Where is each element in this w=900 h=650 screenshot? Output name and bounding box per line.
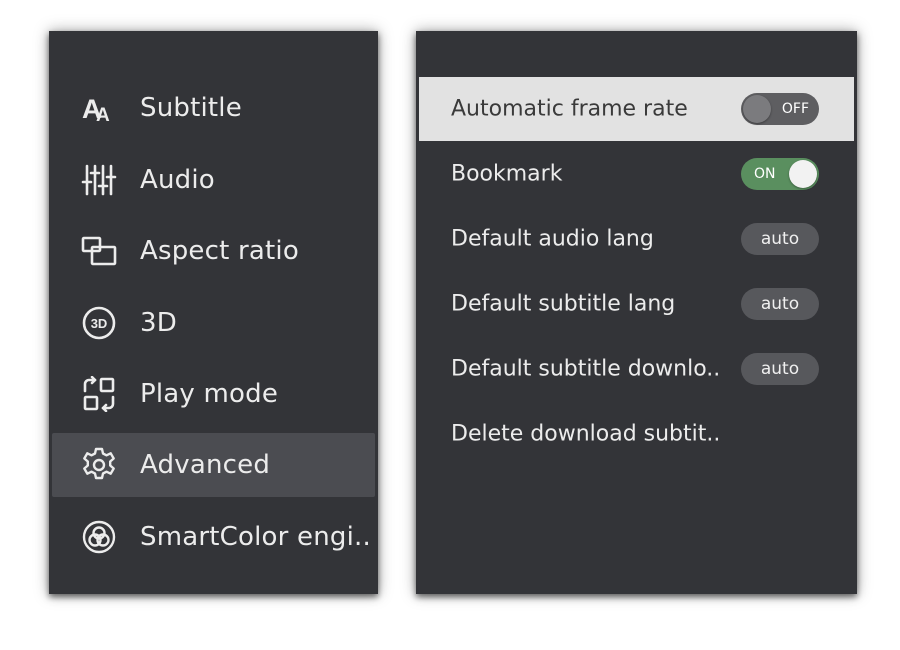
- menu-item-smartcolor[interactable]: SmartColor engi..: [52, 505, 375, 569]
- menu-item-3d[interactable]: 3D 3D: [52, 291, 375, 355]
- setting-automatic-frame-rate[interactable]: Automatic frame rate OFF: [419, 77, 854, 141]
- menu-label: Play mode: [140, 379, 279, 409]
- setting-default-audio-lang[interactable]: Default audio lang auto: [419, 207, 854, 271]
- default-audio-lang-value[interactable]: auto: [741, 223, 819, 255]
- menu-item-play-mode[interactable]: Play mode: [52, 362, 375, 426]
- menu-panel: A A Subtitle Audio Aspect ratio 3D 3D Pl…: [49, 31, 378, 594]
- toggle-knob: [789, 160, 817, 188]
- 3d-icon: 3D: [81, 305, 117, 341]
- menu-item-aspect-ratio[interactable]: Aspect ratio: [52, 219, 375, 283]
- default-subtitle-lang-value[interactable]: auto: [741, 288, 819, 320]
- smartcolor-icon: [81, 519, 117, 555]
- setting-label: Default audio lang: [451, 226, 654, 252]
- setting-default-subtitle-lang[interactable]: Default subtitle lang auto: [419, 272, 854, 336]
- menu-item-audio[interactable]: Audio: [52, 148, 375, 212]
- svg-text:3D: 3D: [91, 316, 108, 331]
- setting-default-subtitle-download[interactable]: Default subtitle downlo.. auto: [419, 337, 854, 401]
- setting-label: Delete download subtit..: [451, 421, 721, 447]
- bookmark-toggle[interactable]: ON: [741, 158, 819, 190]
- setting-label: Default subtitle lang: [451, 291, 676, 317]
- menu-label: Aspect ratio: [140, 236, 299, 266]
- setting-label: Bookmark: [451, 161, 563, 187]
- svg-text:A: A: [96, 105, 110, 126]
- gear-icon: [81, 447, 117, 483]
- toggle-state: ON: [754, 166, 776, 182]
- setting-bookmark[interactable]: Bookmark ON: [419, 142, 854, 206]
- automatic-frame-rate-toggle[interactable]: OFF: [741, 93, 819, 125]
- setting-label: Default subtitle downlo..: [451, 356, 721, 382]
- setting-label: Automatic frame rate: [451, 96, 688, 122]
- toggle-state: OFF: [781, 101, 809, 117]
- equalizer-icon: [81, 162, 117, 198]
- menu-label: Advanced: [140, 450, 271, 480]
- play-mode-icon: [81, 376, 117, 412]
- menu-label: 3D: [140, 308, 177, 338]
- toggle-knob: [743, 95, 771, 123]
- menu-label: Audio: [140, 165, 215, 195]
- aspect-ratio-icon: [81, 233, 117, 269]
- setting-delete-download-subtitles[interactable]: Delete download subtit..: [419, 402, 854, 466]
- settings-panel: Automatic frame rate OFF Bookmark ON Def…: [416, 31, 857, 594]
- default-subtitle-download-value[interactable]: auto: [741, 353, 819, 385]
- menu-label: Subtitle: [140, 93, 242, 123]
- menu-item-advanced[interactable]: Advanced: [52, 433, 375, 497]
- menu-item-subtitle[interactable]: A A Subtitle: [52, 76, 375, 140]
- menu-label: SmartColor engi..: [140, 522, 371, 552]
- subtitle-icon: A A: [81, 90, 117, 126]
